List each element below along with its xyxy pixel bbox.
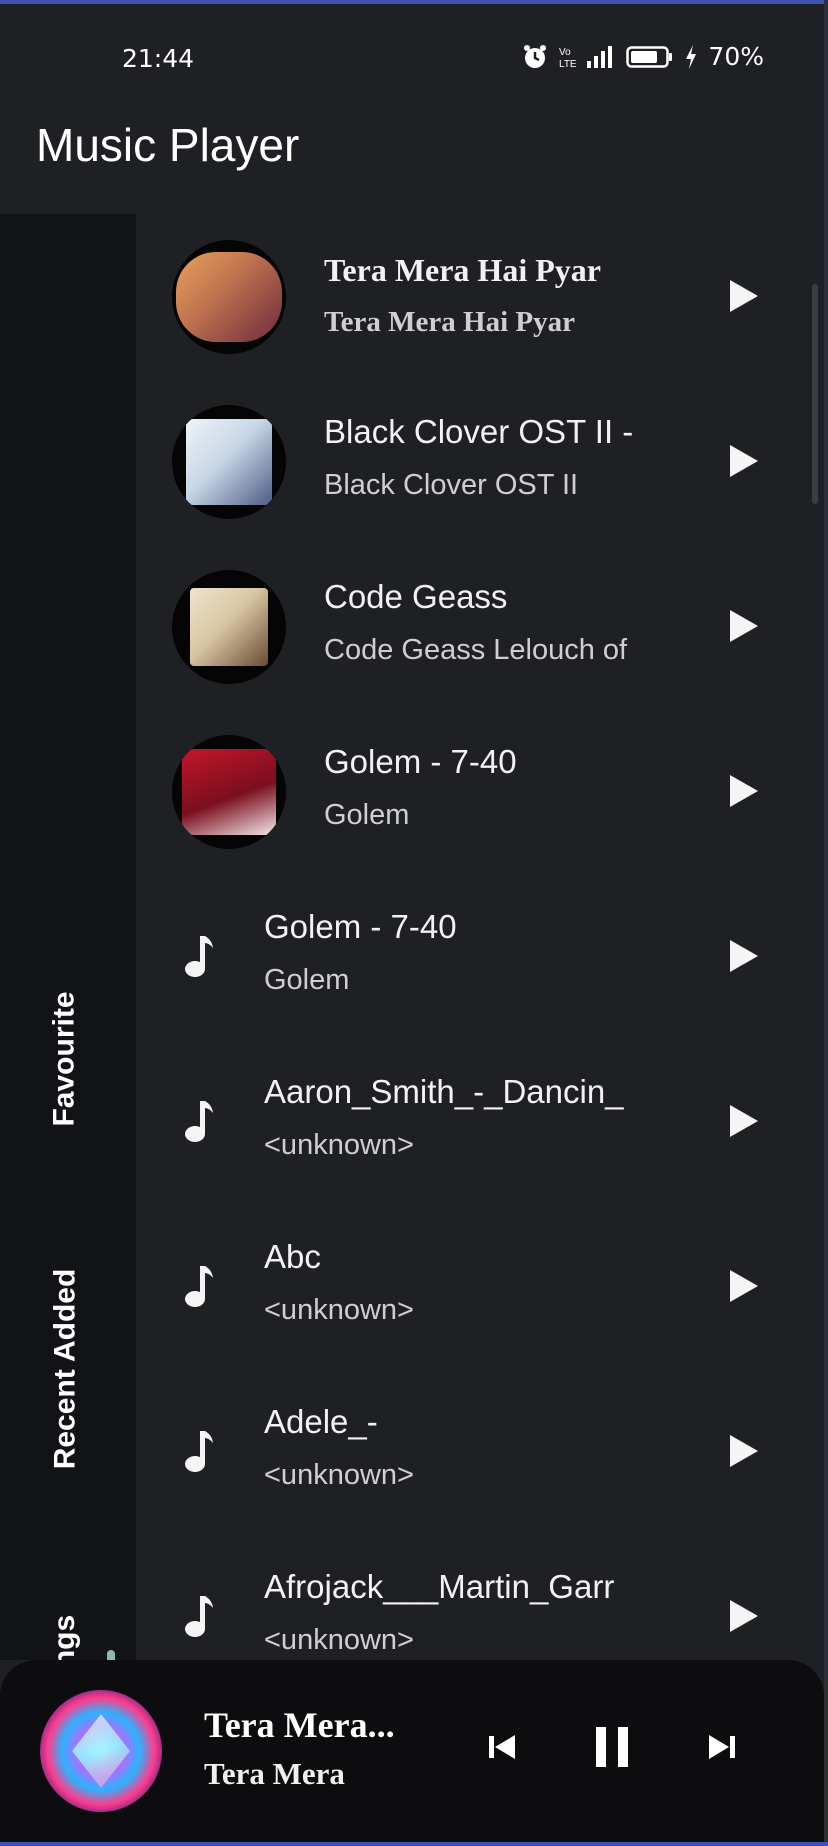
- list-scrollbar[interactable]: [812, 284, 818, 504]
- song-artist: <unknown>: [264, 1294, 414, 1326]
- right-edge: [824, 0, 828, 1846]
- song-title: Abc: [264, 1238, 321, 1275]
- album-art-thumbnail: [172, 240, 286, 354]
- top-edge: [0, 0, 828, 4]
- song-artist: Code Geass Lelouch of: [324, 634, 628, 666]
- song-row[interactable]: Black Clover OST II - Black Clover OST I…: [136, 379, 824, 544]
- song-artist: <unknown>: [264, 1624, 414, 1656]
- music-note-icon: [185, 1431, 213, 1472]
- song-row[interactable]: Afrojack___Martin_Garr <unknown>: [136, 1534, 824, 1660]
- song-row[interactable]: Tera Mera Hai Pyar Tera Mera Hai Pyar: [136, 214, 824, 379]
- play-icon[interactable]: [730, 445, 758, 477]
- song-title: Code Geass: [324, 578, 508, 615]
- charging-icon: [686, 44, 697, 69]
- app-title: Music Player: [36, 119, 300, 171]
- bottom-edge: [0, 1842, 828, 1846]
- song-title: Golem - 7-40: [264, 908, 457, 945]
- svg-text:Vo: Vo: [559, 47, 571, 58]
- song-title: Black Clover OST II -: [324, 413, 634, 450]
- play-icon[interactable]: [730, 1435, 758, 1467]
- status-icons: Vo LTE 70%: [522, 42, 764, 71]
- play-icon[interactable]: [730, 610, 758, 642]
- now-playing-artwork: [40, 1690, 162, 1812]
- tab-recent-added[interactable]: Recent Added: [0, 1254, 130, 1484]
- music-note-icon: [185, 936, 213, 977]
- battery-percentage: 70%: [708, 42, 764, 71]
- song-artist: <unknown>: [264, 1129, 414, 1161]
- song-row[interactable]: Golem - 7-40 Golem: [136, 874, 824, 1039]
- play-icon[interactable]: [730, 1270, 758, 1302]
- song-artist: <unknown>: [264, 1459, 414, 1491]
- play-icon[interactable]: [730, 775, 758, 807]
- play-icon[interactable]: [730, 280, 758, 312]
- status-bar: 21:44 Vo LTE 70%: [0, 36, 828, 84]
- now-playing-artist: Tera Mera: [204, 1756, 345, 1791]
- song-title: Aaron_Smith_-_Dancin_: [264, 1073, 624, 1110]
- pause-icon[interactable]: [592, 1724, 632, 1770]
- tab-recent-added-label: Recent Added: [48, 1268, 81, 1470]
- song-row[interactable]: Abc <unknown>: [136, 1204, 824, 1369]
- song-artist: Golem: [324, 799, 410, 831]
- signal-icon: [587, 45, 613, 68]
- sidebar: Favourite Recent Added All Songs: [0, 214, 136, 1753]
- song-list[interactable]: Tera Mera Hai Pyar Tera Mera Hai Pyar Bl…: [136, 214, 824, 1660]
- song-artist: Black Clover OST II: [324, 469, 579, 501]
- tab-favourite[interactable]: Favourite: [0, 984, 130, 1134]
- svg-text:LTE: LTE: [559, 59, 576, 70]
- song-title: Afrojack___Martin_Garr: [264, 1568, 615, 1605]
- battery-icon: [626, 45, 673, 68]
- album-art-thumbnail: [172, 735, 286, 849]
- song-artist: Tera Mera Hai Pyar: [324, 306, 575, 338]
- play-icon[interactable]: [730, 940, 758, 972]
- album-art-thumbnail: [172, 570, 286, 684]
- song-row[interactable]: Code Geass Code Geass Lelouch of: [136, 544, 824, 709]
- music-note-icon: [185, 1101, 213, 1142]
- next-icon[interactable]: [706, 1730, 738, 1764]
- status-time: 21:44: [122, 44, 195, 73]
- song-title: Golem - 7-40: [324, 743, 517, 780]
- tab-favourite-label: Favourite: [48, 991, 81, 1127]
- song-row[interactable]: Adele_- <unknown>: [136, 1369, 824, 1534]
- now-playing-title: Tera Mera...: [204, 1705, 395, 1745]
- song-row[interactable]: Golem - 7-40 Golem: [136, 709, 824, 874]
- album-art-thumbnail: [172, 405, 286, 519]
- music-note-icon: [185, 1266, 213, 1307]
- play-icon[interactable]: [730, 1105, 758, 1137]
- song-artist: Golem: [264, 964, 350, 996]
- play-icon[interactable]: [730, 1600, 758, 1632]
- music-note-icon: [185, 1596, 213, 1637]
- previous-icon[interactable]: [486, 1730, 518, 1764]
- song-title: Adele_-: [264, 1403, 378, 1440]
- song-row[interactable]: Aaron_Smith_-_Dancin_ <unknown>: [136, 1039, 824, 1204]
- volte-icon: Vo LTE: [559, 47, 576, 70]
- alarm-icon: [524, 44, 547, 68]
- now-playing-bar[interactable]: Tera Mera... Tera Mera: [0, 1660, 824, 1842]
- song-title: Tera Mera Hai Pyar: [324, 252, 601, 288]
